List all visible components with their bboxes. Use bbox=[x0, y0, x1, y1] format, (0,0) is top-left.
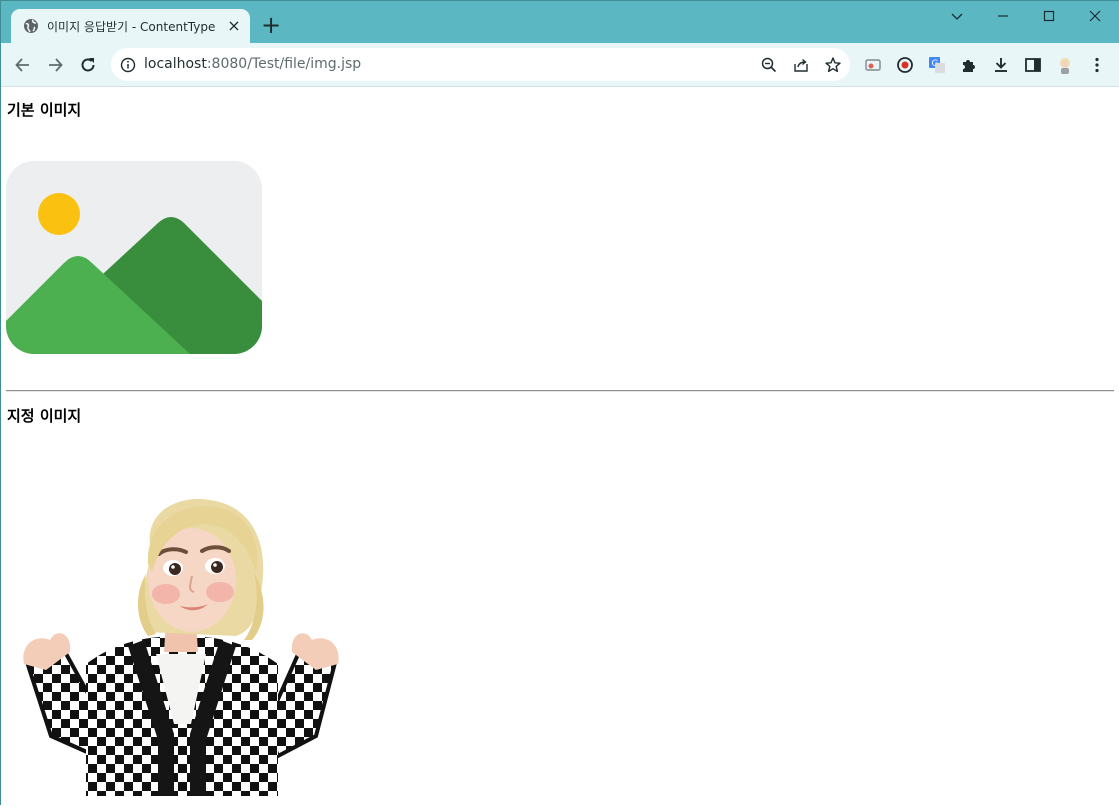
plus-icon[interactable]: + bbox=[260, 13, 282, 37]
image-placeholder-icon bbox=[6, 161, 262, 354]
page-content: 기본 이미지 지정 이미지 bbox=[1, 87, 1119, 806]
url-path: :8080/Test/file/img.jsp bbox=[206, 56, 362, 72]
translate-icon: G bbox=[929, 57, 945, 73]
minimize-icon bbox=[998, 15, 1008, 17]
side-panel-icon bbox=[1025, 58, 1041, 72]
maximize-icon bbox=[1043, 10, 1055, 22]
back-button[interactable] bbox=[9, 51, 37, 79]
heading-default-image: 기본 이미지 bbox=[7, 101, 82, 119]
chevron-down-icon bbox=[951, 13, 963, 20]
browser-toolbar: localhost:8080/Test/file/img.jsp G bbox=[1, 43, 1119, 87]
profile-icon bbox=[1060, 58, 1070, 74]
url-host: localhost bbox=[144, 56, 207, 72]
downloads-button[interactable] bbox=[987, 51, 1015, 79]
extension-translate-button[interactable]: G bbox=[923, 51, 951, 79]
star-icon[interactable] bbox=[824, 56, 842, 74]
close-icon[interactable]: × bbox=[226, 18, 242, 34]
reload-button[interactable] bbox=[74, 51, 102, 79]
extensions-button[interactable] bbox=[955, 51, 983, 79]
tab-search-button[interactable] bbox=[934, 1, 980, 31]
close-window-icon bbox=[1089, 10, 1101, 22]
menu-button[interactable] bbox=[1083, 51, 1111, 79]
reload-icon bbox=[81, 58, 95, 72]
forward-button[interactable] bbox=[41, 51, 69, 79]
profile-button[interactable] bbox=[1051, 51, 1079, 79]
extensions-icon bbox=[963, 60, 975, 72]
menu-icon bbox=[1095, 57, 1099, 73]
avatar-character-image bbox=[23, 498, 339, 796]
share-icon[interactable] bbox=[792, 56, 810, 74]
url-text: localhost:8080/Test/file/img.jsp bbox=[144, 56, 361, 72]
minimize-button[interactable] bbox=[980, 1, 1026, 31]
info-icon[interactable] bbox=[120, 57, 136, 73]
close-window-button[interactable] bbox=[1072, 1, 1118, 31]
heading-custom-image: 지정 이미지 bbox=[7, 407, 82, 425]
extension-record-button[interactable] bbox=[891, 51, 919, 79]
forward-icon bbox=[49, 58, 63, 72]
tab-title: 이미지 응답받기 - ContentType bbox=[47, 20, 216, 34]
tab-active[interactable]: 이미지 응답받기 - ContentType × bbox=[11, 9, 250, 43]
title-bar: 이미지 응답받기 - ContentType × + bbox=[1, 1, 1119, 43]
side-panel-button[interactable] bbox=[1019, 51, 1047, 79]
maximize-button[interactable] bbox=[1026, 1, 1072, 31]
extension-cast-button[interactable] bbox=[859, 51, 887, 79]
back-icon bbox=[15, 58, 29, 72]
address-bar[interactable]: localhost:8080/Test/file/img.jsp bbox=[111, 48, 850, 81]
globe-icon bbox=[24, 19, 38, 33]
browser-window: 이미지 응답받기 - ContentType × + localhost:808… bbox=[0, 0, 1119, 806]
zoom-icon[interactable] bbox=[760, 56, 778, 74]
download-icon bbox=[995, 58, 1007, 72]
horizontal-rule bbox=[6, 390, 1114, 392]
screen-icon bbox=[865, 59, 881, 71]
record-icon bbox=[897, 57, 913, 73]
